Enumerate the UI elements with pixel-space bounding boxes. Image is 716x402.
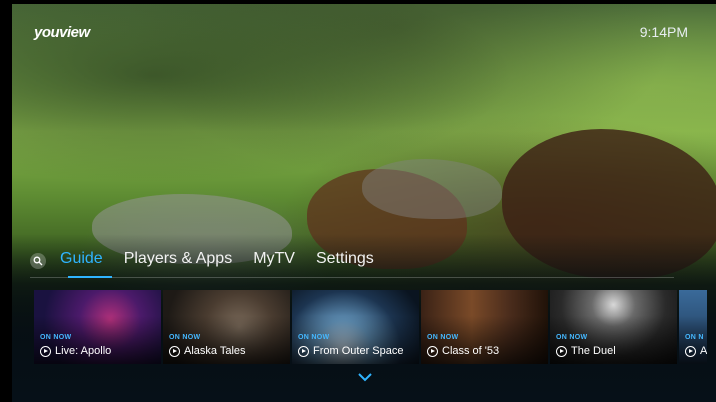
play-icon <box>427 345 438 357</box>
search-icon <box>33 256 43 266</box>
on-now-badge: ON NOW <box>556 334 588 341</box>
play-icon <box>556 345 567 357</box>
program-title-text: Class of '53 <box>442 345 500 357</box>
program-title: Alaska Tales <box>169 345 246 357</box>
program-title: Class of '53 <box>427 345 499 357</box>
program-title-text: The Duel <box>571 345 616 357</box>
on-now-badge: ON NOW <box>169 334 201 341</box>
program-title-text: Live: Apollo <box>55 345 112 357</box>
play-icon <box>169 345 180 357</box>
program-tile[interactable]: ON NOW The Duel <box>550 290 677 364</box>
nav-mytv[interactable]: MyTV <box>253 250 295 272</box>
on-now-rail: ON NOW Live: Apollo ON NOW Alaska Tales … <box>34 290 707 364</box>
on-now-badge: ON NOW <box>298 334 330 341</box>
nav-guide[interactable]: Guide <box>60 250 103 272</box>
program-title: Live: Apollo <box>40 345 111 357</box>
program-title: The Duel <box>556 345 616 357</box>
program-tile[interactable]: ON NOW Alaska Tales <box>163 290 290 364</box>
search-button[interactable] <box>30 253 46 269</box>
nav-divider <box>30 277 674 278</box>
on-now-badge: ON NOW <box>40 334 72 341</box>
program-tile[interactable]: ON NOW From Outer Space <box>292 290 419 364</box>
play-icon <box>685 345 696 357</box>
nav-players-apps[interactable]: Players & Apps <box>124 250 233 272</box>
on-now-badge: ON N <box>685 334 704 341</box>
play-icon <box>298 345 309 357</box>
program-title: A <box>685 345 707 357</box>
nav-settings[interactable]: Settings <box>316 250 374 272</box>
main-nav: Guide Players & Apps MyTV Settings <box>30 247 395 275</box>
play-icon <box>40 345 51 357</box>
program-tile[interactable]: ON NOW Live: Apollo <box>34 290 161 364</box>
chevron-down-icon[interactable] <box>358 372 372 382</box>
program-title: From Outer Space <box>298 345 403 357</box>
program-title-text: A <box>700 345 707 357</box>
program-tile[interactable]: ON N A <box>679 290 707 364</box>
on-now-badge: ON NOW <box>427 334 459 341</box>
program-title-text: From Outer Space <box>313 345 404 357</box>
clock: 9:14PM <box>639 24 688 40</box>
program-title-text: Alaska Tales <box>184 345 246 357</box>
active-tab-indicator <box>68 276 112 278</box>
program-tile[interactable]: ON NOW Class of '53 <box>421 290 548 364</box>
youview-logo: youview <box>34 24 90 41</box>
